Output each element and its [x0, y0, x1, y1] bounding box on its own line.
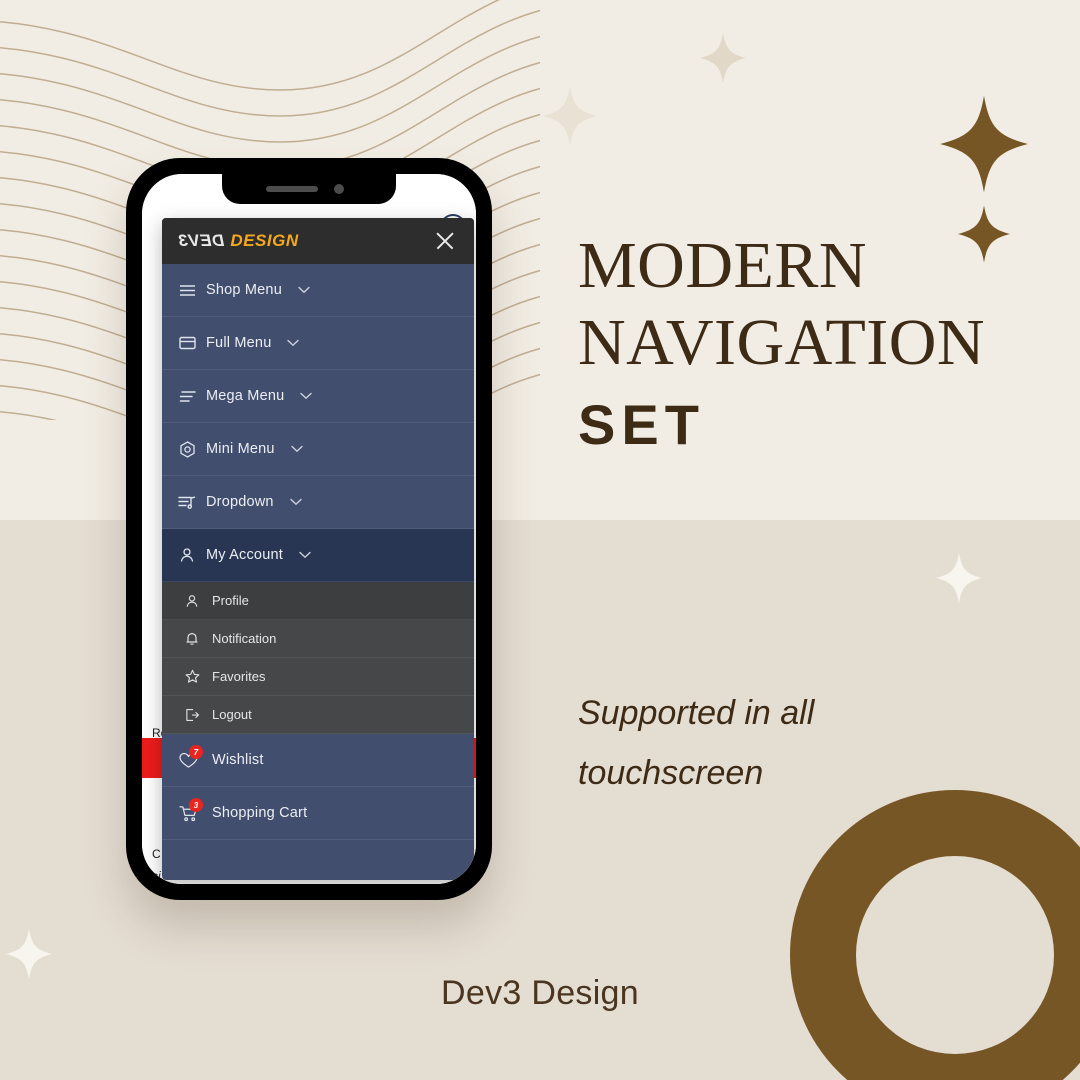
submenu-item-logout[interactable]: Logout — [162, 696, 474, 734]
chevron-down-icon — [287, 339, 300, 347]
submenu-item-notification[interactable]: Notification — [162, 620, 474, 658]
menu-item-my-account[interactable]: My Account — [162, 529, 474, 582]
sparkle-small-right-icon — [936, 552, 982, 604]
supported-line-2: touchscreen — [578, 753, 764, 792]
sparkle-small-left-icon — [6, 928, 52, 980]
submenu-item-favorites[interactable]: Favorites — [162, 658, 474, 696]
menu-item-label: Shopping Cart — [212, 805, 308, 821]
supported-text: Supported in all touchscreen — [578, 684, 998, 803]
menu-item-label: Full Menu — [206, 335, 272, 351]
menu-item-full-menu[interactable]: Full Menu — [162, 317, 474, 370]
brand-caption: Dev3 Design — [441, 974, 639, 1012]
phone-mockup: Re C si S C D DEV3DESIGN Shop Menu — [126, 158, 492, 900]
page-text-fragment: C — [152, 847, 161, 861]
sparkle-small-mid-icon — [543, 86, 597, 146]
navigation-drawer: DEV3 DESIGN Shop Menu Full Menu Mega Men… — [162, 218, 474, 880]
headline-accent: SET — [578, 393, 705, 456]
logo-part-design: DESIGN — [230, 231, 299, 250]
close-icon[interactable] — [432, 228, 458, 254]
menu-item-label: Shop Menu — [206, 282, 282, 298]
sparkle-small-top-icon — [700, 32, 746, 84]
star-icon — [184, 669, 200, 685]
playlist-icon — [178, 493, 196, 511]
menu-item-dropdown[interactable]: Dropdown — [162, 476, 474, 529]
menu-item-shop-menu[interactable]: Shop Menu — [162, 264, 474, 317]
menu-item-wishlist[interactable]: 7 Wishlist — [162, 734, 474, 787]
menu-item-label: Wishlist — [212, 752, 264, 768]
menu-item-label: Dropdown — [206, 494, 274, 510]
user-icon — [178, 546, 196, 564]
front-camera-icon — [334, 184, 344, 194]
menu-item-mini-menu[interactable]: Mini Menu — [162, 423, 474, 476]
submenu-item-label: Notification — [212, 631, 277, 646]
sparkle-large-icon — [940, 95, 1028, 193]
target-icon — [178, 440, 196, 458]
submenu-item-label: Profile — [212, 593, 249, 608]
chevron-down-icon — [290, 498, 302, 506]
hamburger-icon — [178, 281, 196, 299]
chevron-down-icon — [299, 551, 311, 559]
bell-icon — [184, 631, 200, 647]
logo: DEV3 DESIGN — [178, 231, 299, 251]
menu-item-mega-menu[interactable]: Mega Menu — [162, 370, 474, 423]
phone-notch — [222, 174, 396, 204]
speaker-grille-icon — [266, 186, 318, 192]
drawer-header: DEV3 DESIGN — [162, 218, 474, 264]
chevron-down-icon — [298, 286, 310, 294]
supported-line-1: Supported in all — [578, 694, 815, 732]
submenu-item-profile[interactable]: Profile — [162, 582, 474, 620]
page-text-fragment: si — [152, 869, 161, 883]
submenu-item-label: Logout — [212, 707, 252, 722]
badge-count: 7 — [189, 745, 203, 759]
headline-line-1: MODERN — [578, 229, 868, 302]
headline-line-2: NAVIGATION — [578, 305, 986, 379]
window-icon — [178, 334, 196, 352]
chevron-down-icon — [300, 392, 313, 400]
cart-icon: 3 — [178, 798, 203, 823]
menu-item-label: My Account — [206, 547, 283, 563]
menu-item-label: Mini Menu — [206, 441, 275, 457]
align-left-icon — [178, 387, 196, 405]
logout-icon — [184, 707, 200, 723]
page-title: MODERN NAVIGATION — [578, 228, 1048, 381]
user-icon — [184, 593, 200, 609]
badge-count: 3 — [189, 798, 203, 812]
submenu-item-label: Favorites — [212, 669, 266, 684]
chevron-down-icon — [290, 445, 303, 453]
menu-item-shopping-cart[interactable]: 3 Shopping Cart — [162, 787, 474, 840]
phone-screen: Re C si S C D DEV3DESIGN Shop Menu — [142, 174, 476, 884]
logo-part-dev3: DEV3 — [178, 231, 225, 250]
heart-icon: 7 — [178, 745, 203, 770]
menu-item-label: Mega Menu — [206, 388, 285, 404]
